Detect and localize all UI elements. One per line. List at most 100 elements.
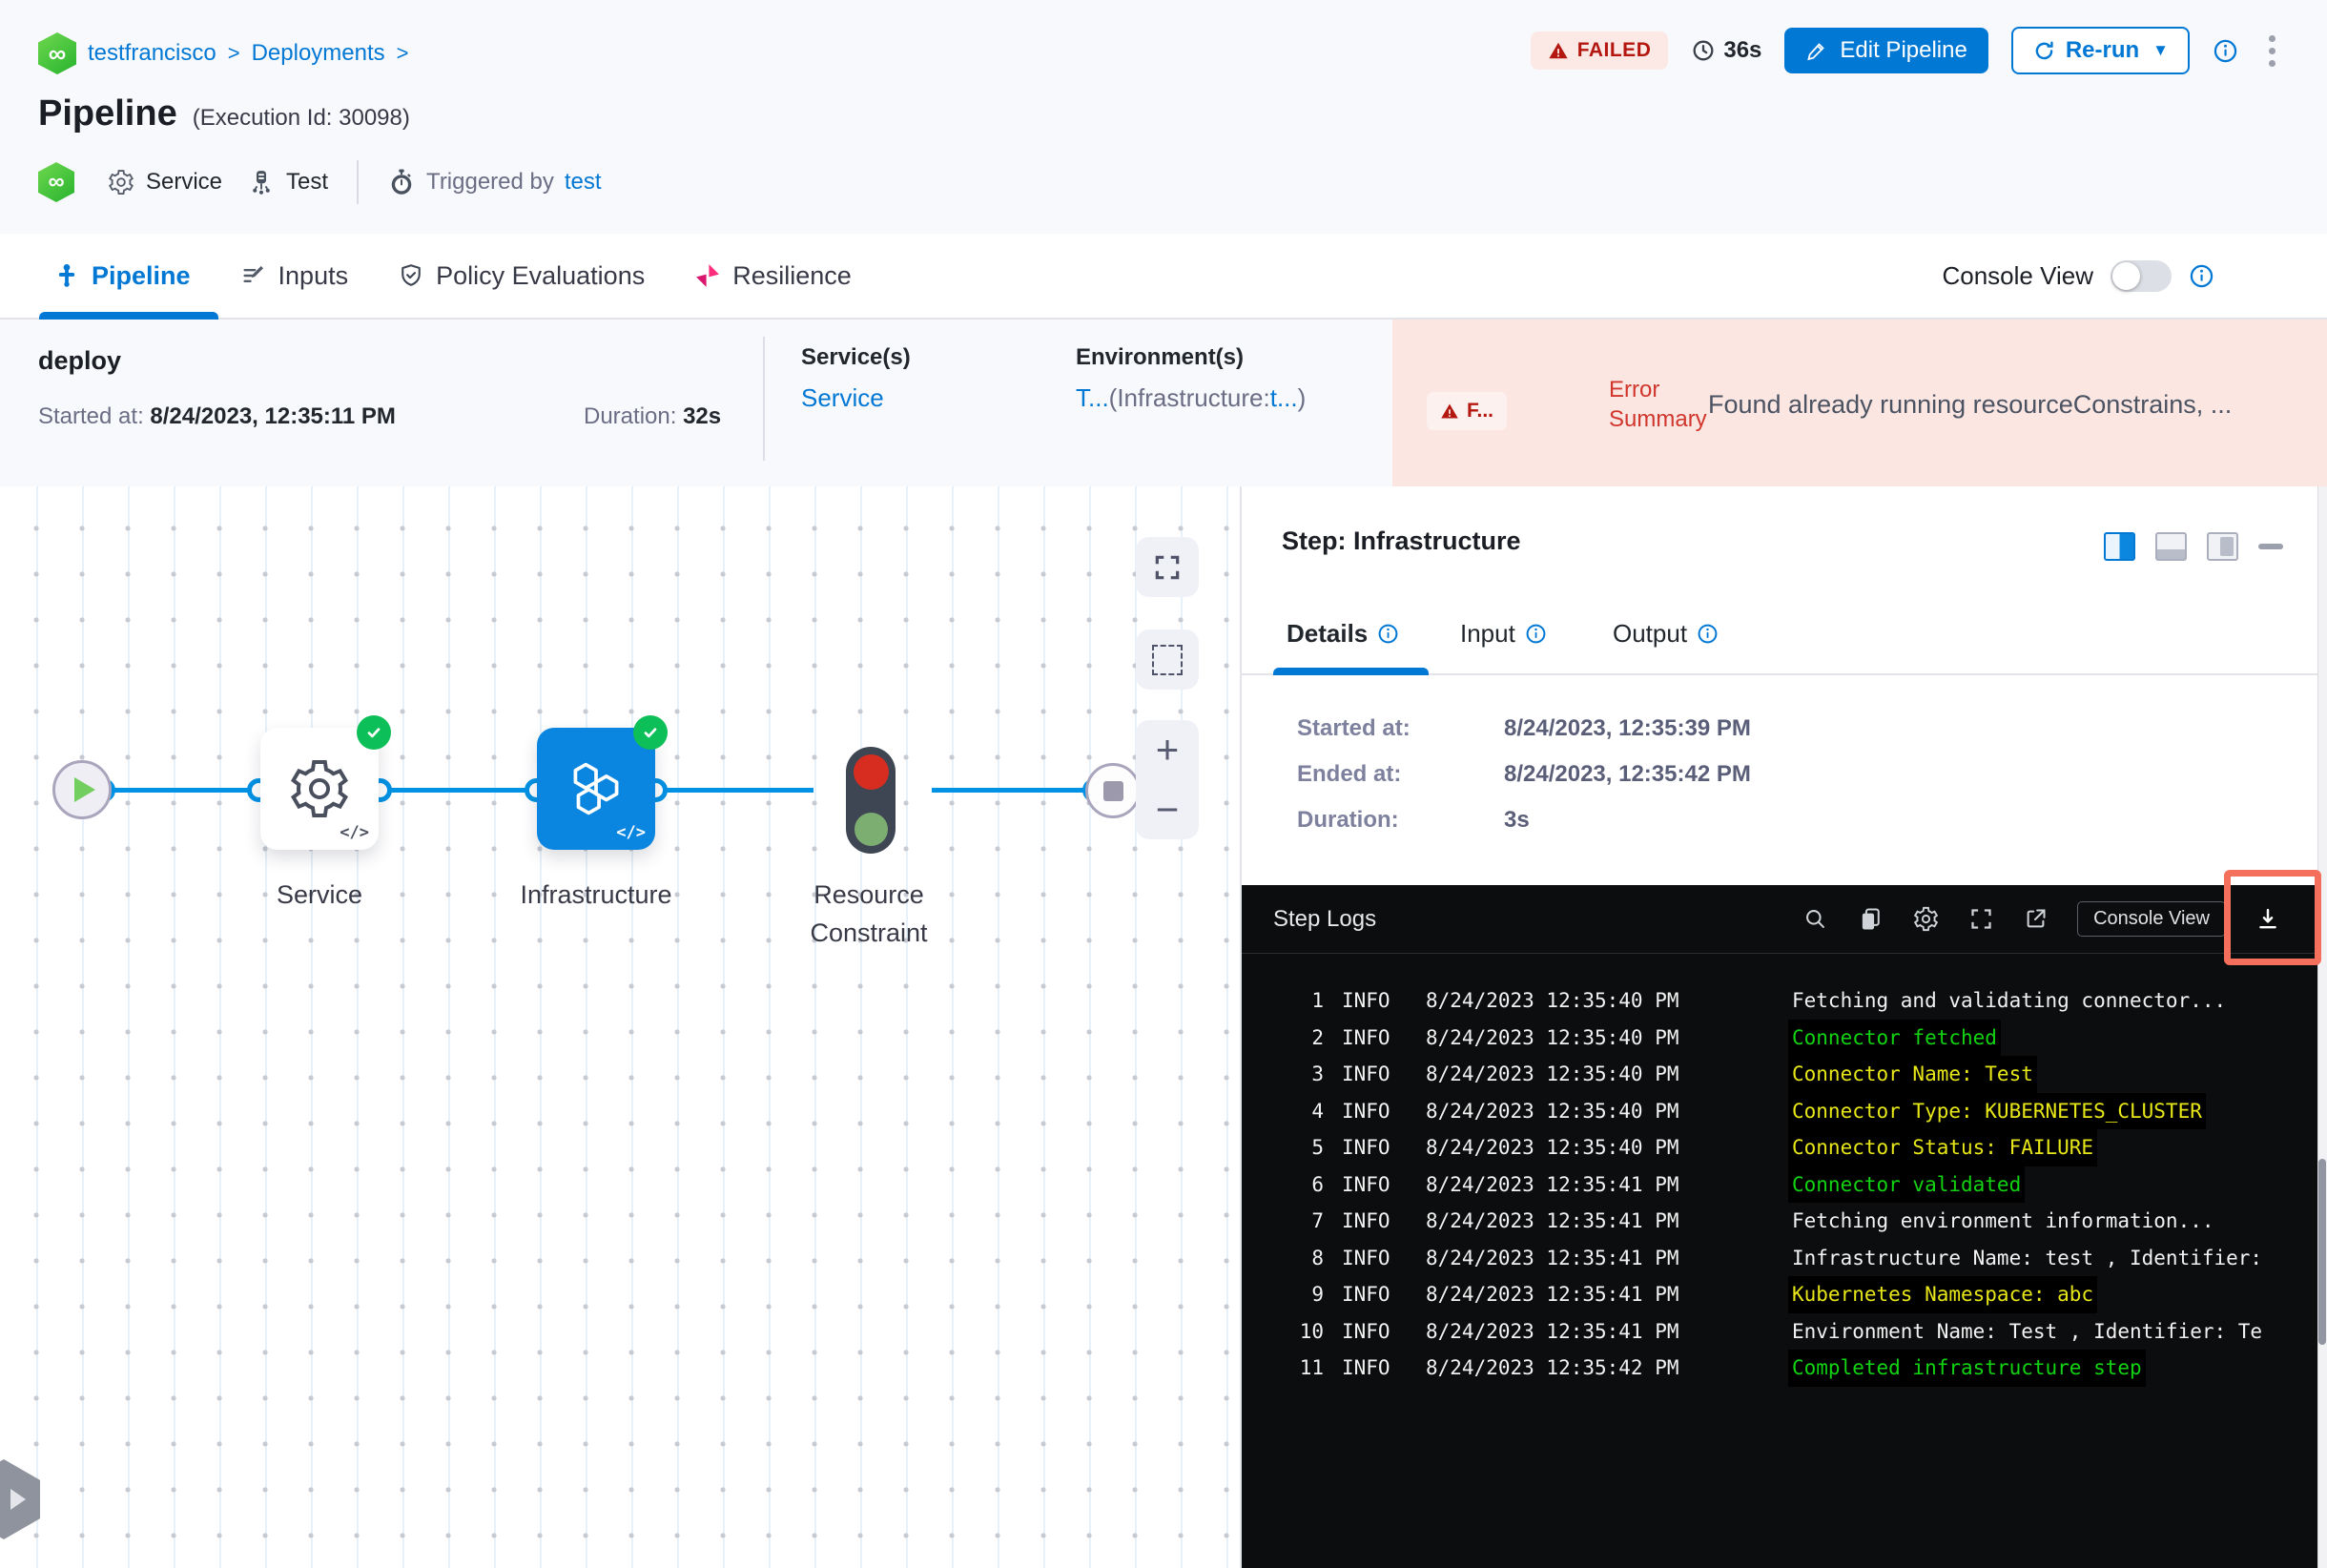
console-view-button[interactable]: Console View [2077, 901, 2226, 937]
service-link[interactable]: Service [801, 383, 911, 413]
environment-meta[interactable]: Test [247, 168, 328, 196]
breadcrumb-project-link[interactable]: testfrancisco [88, 40, 216, 67]
stage-duration: Duration: 32s [584, 403, 722, 429]
tab-output[interactable]: Output [1613, 619, 1719, 649]
node-label: Service [276, 880, 363, 909]
log-line: 2 INFO 8/24/2023 12:35:40 PM Connector f… [1276, 1019, 2327, 1056]
stop-icon [1102, 780, 1123, 801]
log-level: INFO [1342, 1099, 1390, 1123]
clock-icon [1693, 40, 1714, 61]
active-tab-underline [39, 312, 218, 320]
error-summary-label: Error Summary [1609, 377, 1707, 432]
success-check-badge [633, 715, 668, 750]
panel-scrollbar[interactable] [2317, 486, 2327, 1568]
warning-icon [1549, 42, 1568, 59]
failed-chip: F... [1427, 392, 1508, 430]
log-message: Fetching and validating connector... [1792, 989, 2227, 1012]
log-message: Environment Name: Test , Identifier: Te [1792, 1319, 2263, 1343]
log-line: 8 INFO 8/24/2023 12:35:41 PM Infrastruct… [1276, 1240, 2327, 1277]
tab-details[interactable]: Details [1287, 619, 1399, 649]
zoom-out-button[interactable]: − [1156, 789, 1180, 829]
external-link-icon[interactable] [2023, 906, 2049, 932]
log-message: Connector Name: Test [1788, 1056, 2037, 1093]
graph-edge [651, 788, 813, 793]
tab-resilience[interactable]: Resilience [694, 261, 852, 291]
canvas-marquee-select-button[interactable] [1136, 629, 1199, 690]
page-header: ∞ testfrancisco > Deployments > FAILED 3… [0, 0, 2327, 234]
info-icon[interactable] [2213, 38, 2238, 64]
detail-row: Duration: 3s [1297, 807, 1530, 833]
tab-pipeline[interactable]: Pipeline [53, 261, 191, 291]
refresh-icon [2035, 41, 2053, 59]
infrastructure-node[interactable]: </> [537, 715, 668, 850]
service-meta[interactable]: Service [107, 168, 222, 196]
info-icon [1378, 624, 1398, 644]
status-badge: FAILED [1530, 31, 1669, 70]
split-view-button[interactable] [2104, 532, 2135, 561]
more-options-menu[interactable] [2261, 31, 2283, 71]
log-message: Connector Status: FAILURE [1788, 1129, 2098, 1166]
execution-meta: ∞ Service Test Triggered by test [38, 160, 602, 204]
info-icon[interactable] [2189, 263, 2214, 289]
environment-icon [253, 171, 270, 195]
download-icon[interactable] [2255, 906, 2281, 933]
tab-input[interactable]: Input [1460, 619, 1547, 649]
error-summary-text: Found already running resourceConstrains… [1708, 390, 2233, 419]
triggered-by-user-link[interactable]: test [565, 169, 602, 196]
log-lines[interactable]: 1 INFO 8/24/2023 12:35:40 PM Fetching an… [1242, 954, 2327, 1387]
console-view-toggle[interactable] [2111, 259, 2172, 292]
started-at: Started at: 8/24/2023, 12:35:11 PM [38, 403, 396, 429]
log-line-number: 8 [1311, 1246, 1324, 1269]
trigger-meta: Triggered by test [387, 168, 602, 196]
log-line: 1 INFO 8/24/2023 12:35:40 PM Fetching an… [1276, 982, 2327, 1020]
log-timestamp: 8/24/2023 12:35:41 PM [1426, 1283, 1679, 1306]
log-line-number: 7 [1311, 1209, 1324, 1232]
log-message: Fetching environment information... [1792, 1209, 2214, 1232]
detail-row: Ended at: 8/24/2023, 12:35:42 PM [1297, 761, 1751, 787]
zoom-in-button[interactable]: + [1156, 730, 1180, 770]
service-node[interactable]: </> [260, 715, 391, 850]
log-timestamp: 8/24/2023 12:35:40 PM [1426, 1063, 1679, 1085]
node-label: Infrastructure [520, 880, 672, 909]
panel-layout-controls [2104, 532, 2283, 561]
end-node [1085, 763, 1141, 818]
stage-summary-bar: deploy Started at: 8/24/2023, 12:35:11 P… [0, 320, 2327, 486]
tab-inputs[interactable]: Inputs [240, 261, 348, 291]
error-summary-zone: F... Error Summary Found already running … [1392, 320, 2327, 486]
bottom-view-button[interactable] [2155, 532, 2187, 561]
step-panel-title: Step: Infrastructure [1282, 526, 1521, 555]
step-logs-header: Step Logs Console View [1242, 885, 2327, 954]
breadcrumb: ∞ testfrancisco > Deployments > [38, 32, 409, 74]
breadcrumb-deployments-link[interactable]: Deployments [252, 40, 385, 67]
search-icon[interactable] [1802, 906, 1828, 932]
expand-panel-button[interactable] [0, 1459, 40, 1539]
pipeline-graph-canvas[interactable]: </> </> Service Infrastructure Resource … [0, 486, 1240, 1568]
log-timestamp: 8/24/2023 12:35:41 PM [1426, 1172, 1679, 1196]
collapse-panel-button[interactable] [2258, 544, 2283, 549]
gear-icon[interactable] [1912, 905, 1940, 933]
scrollbar-thumb[interactable] [2318, 1159, 2326, 1345]
edit-pipeline-button[interactable]: Edit Pipeline [1784, 28, 1988, 73]
canvas-fullscreen-button[interactable] [1136, 537, 1199, 597]
step-logs-title: Step Logs [1273, 905, 1377, 932]
copy-icon[interactable] [1857, 906, 1884, 933]
pipeline-execution-page: ∞ testfrancisco > Deployments > FAILED 3… [0, 0, 2327, 1568]
rerun-button[interactable]: Re-run ▼ [2010, 27, 2190, 74]
tab-policy-evaluations[interactable]: Policy Evaluations [398, 261, 645, 291]
right-view-button[interactable] [2207, 532, 2238, 561]
fullscreen-icon[interactable] [1968, 906, 1994, 932]
resource-constraint-node[interactable] [846, 747, 896, 854]
marquee-icon [1152, 644, 1183, 675]
log-level: INFO [1342, 1025, 1390, 1049]
log-message: Connector validated [1788, 1166, 2026, 1203]
environment-link[interactable]: T...(Infrastructure:t...) [1076, 383, 1306, 413]
environments-column: Environment(s) T...(Infrastructure:t...) [1076, 344, 1307, 413]
log-level: INFO [1342, 1172, 1390, 1196]
log-line: 11 INFO 8/24/2023 12:35:42 PM Completed … [1276, 1350, 2327, 1387]
duration-chip: 36s [1691, 37, 1761, 64]
hexagons-icon [573, 762, 619, 815]
step-panel-tabs: Details Input Output [1242, 606, 2327, 675]
log-line-number: 1 [1311, 989, 1324, 1012]
log-timestamp: 8/24/2023 12:35:42 PM [1426, 1356, 1679, 1379]
services-column: Service(s) Service [801, 344, 911, 413]
